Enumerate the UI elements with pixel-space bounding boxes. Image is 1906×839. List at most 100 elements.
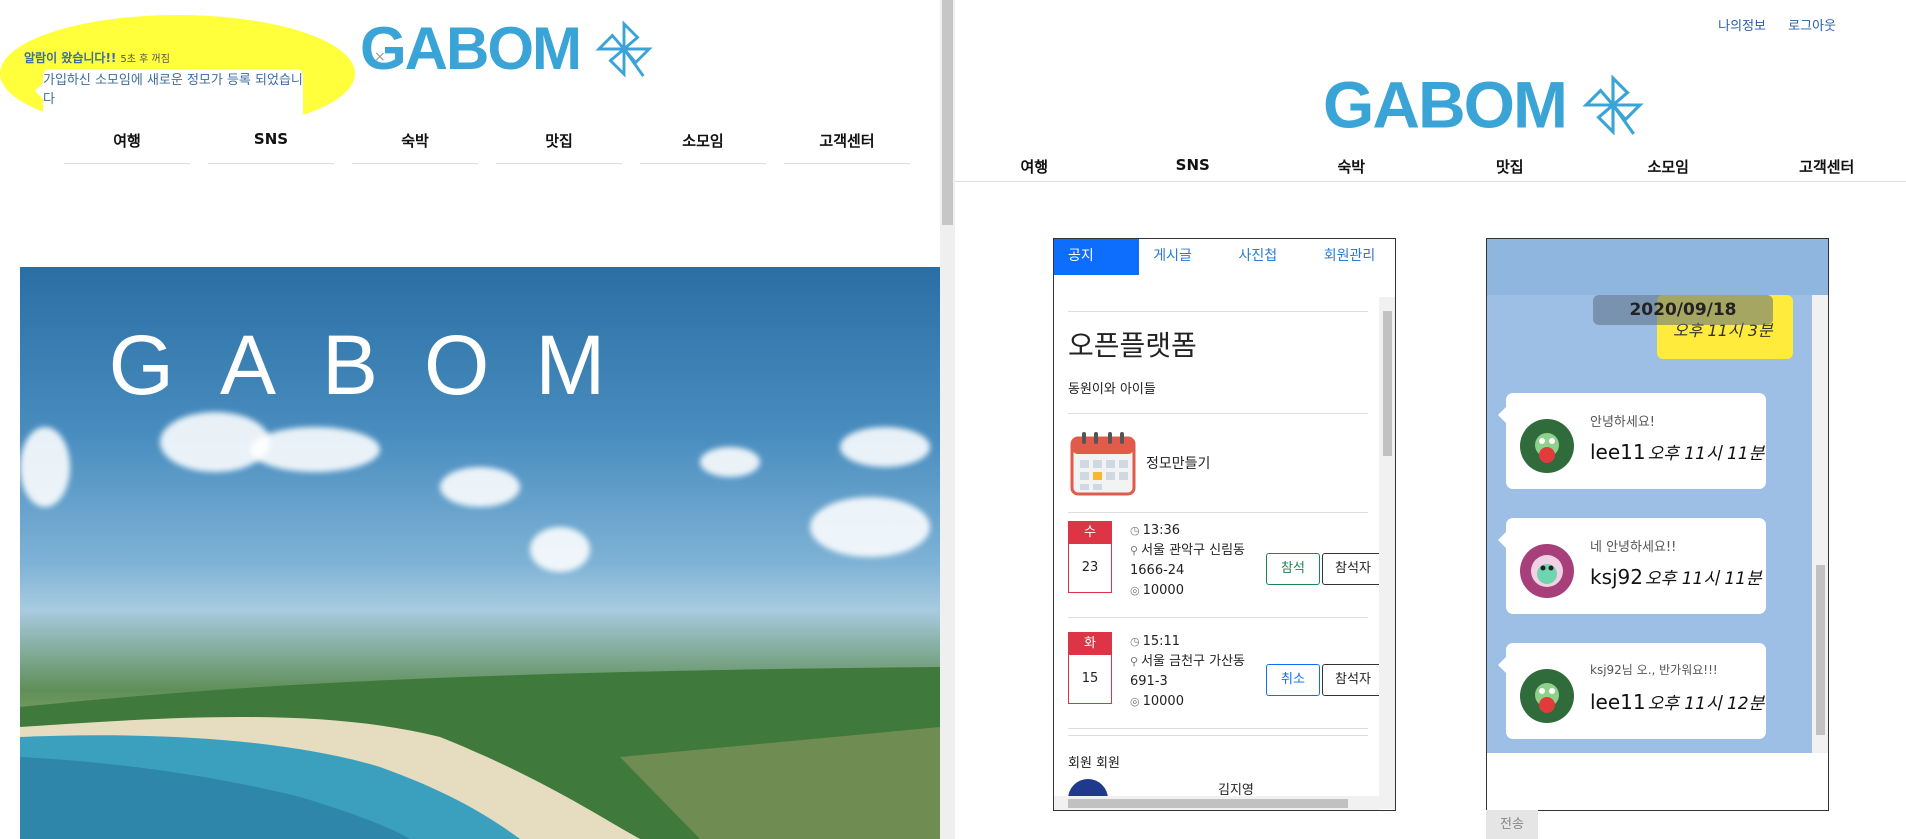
my-info-link[interactable]: 나의정보: [1718, 19, 1766, 34]
nav-item-travel[interactable]: 여행: [955, 156, 1114, 177]
clock-icon: ◷: [1130, 524, 1140, 537]
nav-item-groups[interactable]: 소모임: [640, 130, 766, 164]
nav-item-food[interactable]: 맛집: [1431, 156, 1590, 177]
tab-members[interactable]: 회원관리: [1310, 239, 1395, 275]
chat-time: 오후 11시 11분: [1647, 444, 1765, 464]
notification-toast: 알람이 왔습니다!! 5초 후 꺼짐 가입하신 소모임에 새로운 정모가 등록 되…: [24, 49, 303, 165]
cloud: [250, 427, 380, 472]
meeting-fee: 10000: [1142, 583, 1184, 598]
main-nav: 여행 SNS 숙박 맛집 소모임 고객센터: [64, 130, 928, 164]
club-scrollbar-horizontal[interactable]: [1054, 796, 1379, 810]
left-browser-pane: GABOM 알람이 왔습니다!! 5초 후 꺼짐 가입하신 소모임에 새로운 정모…: [0, 0, 940, 839]
chat-scrollbar[interactable]: [1812, 295, 1828, 753]
chat-date-divider: 2020/09/18: [1593, 295, 1773, 325]
create-meeting-label: 정모만들기: [1146, 456, 1211, 472]
meeting-info: ◷ 15:11 ⚲ 서울 금천구 가산동 691-3 ◎ 10000: [1130, 632, 1250, 712]
club-tabs: 공지 게시글 사진첩 회원관리: [1054, 239, 1395, 275]
meeting-weekday: 화: [1069, 633, 1111, 655]
chat-message: 안녕하세요! lee11 오후 11시 11분: [1498, 393, 1766, 489]
notification-title: 알람이 왔습니다!!: [24, 51, 117, 65]
scrollbar-thumb[interactable]: [1068, 799, 1348, 808]
cloud: [530, 527, 590, 572]
notification-close-icon[interactable]: ×: [374, 49, 386, 65]
club-body: 오픈플랫폼 동원이와 아이들 정모만들기 수 23 ◷ 13:36 ⚲ 서울 관…: [1068, 311, 1384, 810]
logo-text: GABOM: [1323, 67, 1568, 142]
logout-link[interactable]: 로그아웃: [1788, 19, 1836, 34]
location-pin-icon: ⚲: [1130, 655, 1139, 668]
pinwheel-icon: [595, 20, 653, 78]
meeting-item: 화 15 ◷ 15:11 ⚲ 서울 금천구 가산동 691-3 ◎ 10000 취소 …: [1068, 624, 1384, 729]
meeting-day: 23: [1081, 560, 1099, 575]
site-logo[interactable]: GABOM: [1323, 64, 1644, 140]
scrollbar-thumb[interactable]: [1383, 311, 1392, 456]
meeting-time: 13:36: [1142, 523, 1181, 538]
club-title: 오픈플랫폼: [1068, 329, 1197, 362]
hero-title: GABOM: [108, 318, 652, 412]
meeting-fee: 10000: [1142, 694, 1184, 709]
club-panel: 공지 게시글 사진첩 회원관리 오픈플랫폼 동원이와 아이들 정모만들기 수 2…: [1053, 238, 1396, 811]
chat-panel: 오후 11시 3분 2020/09/18 안녕하세요! lee11 오후 11시 …: [1486, 238, 1829, 811]
nav-item-support[interactable]: 고객센터: [1748, 156, 1906, 177]
tab-photos[interactable]: 사진첩: [1225, 239, 1310, 275]
tab-posts[interactable]: 게시글: [1139, 239, 1224, 275]
chat-user: lee11: [1590, 440, 1646, 464]
hero-banner: GABOM: [20, 267, 940, 839]
chat-message: 네 안녕하세요!! ksj92 오후 11시 11분: [1498, 518, 1766, 614]
attendees-button[interactable]: 참석자: [1322, 664, 1384, 696]
chat-text: 안녕하세요!: [1590, 415, 1656, 430]
cancel-button[interactable]: 취소: [1266, 664, 1320, 696]
pinwheel-icon: [1582, 73, 1644, 136]
cloud: [840, 427, 930, 467]
nav-item-sns[interactable]: SNS: [208, 130, 334, 164]
meeting-place: 서울 관악구 신림동 1666-24: [1130, 543, 1246, 578]
nav-item-food[interactable]: 맛집: [496, 130, 622, 164]
avatar: [1520, 669, 1574, 723]
cloud: [440, 467, 520, 507]
send-button[interactable]: 전송: [1486, 810, 1538, 839]
divider: [1068, 311, 1368, 312]
right-browser-pane: 나의정보 로그아웃 GABOM 여행 SNS 숙박 맛집 소모임 고객센터 공지…: [955, 0, 1906, 839]
meeting-weekday: 수: [1069, 522, 1111, 544]
attendees-button[interactable]: 참석자: [1322, 553, 1384, 585]
avatar: [1520, 419, 1574, 473]
members-title: 회원 회원: [1068, 756, 1120, 771]
meeting-item: 수 23 ◷ 13:36 ⚲ 서울 관악구 신림동 1666-24 ◎ 10000 참…: [1068, 513, 1384, 618]
avatar: [1520, 544, 1574, 598]
cloud: [20, 427, 70, 507]
beach-scene: [20, 667, 940, 839]
join-button[interactable]: 참석: [1266, 553, 1320, 585]
nav-item-sns[interactable]: SNS: [1114, 156, 1273, 177]
location-pin-icon: ⚲: [1130, 544, 1139, 557]
meeting-time: 15:11: [1142, 634, 1181, 649]
create-meeting-button[interactable]: 정모만들기: [1068, 414, 1368, 513]
nav-item-lodging[interactable]: 숙박: [352, 130, 478, 164]
coin-icon: ◎: [1130, 695, 1140, 708]
nav-item-lodging[interactable]: 숙박: [1272, 156, 1431, 177]
club-scrollbar-vertical[interactable]: [1379, 297, 1395, 809]
top-links: 나의정보 로그아웃: [1700, 15, 1836, 34]
scrollbar-thumb[interactable]: [942, 0, 953, 225]
tab-notice[interactable]: 공지: [1054, 239, 1140, 275]
chat-message: ksj92님 오., 반가워요!!! lee11 오후 11시 12분: [1498, 643, 1766, 739]
chat-time: 오후 11시 12분: [1647, 694, 1765, 714]
cloud: [700, 447, 760, 477]
site-logo[interactable]: GABOM: [360, 14, 653, 80]
chat-text: 네 안녕하세요!!: [1590, 540, 1677, 555]
meeting-date: 화 15: [1068, 632, 1112, 704]
scrollbar-thumb[interactable]: [1816, 565, 1825, 735]
divider: [1068, 735, 1368, 736]
chat-user: lee11: [1590, 690, 1646, 714]
calendar-icon: [1070, 432, 1136, 496]
chat-time: 오후 11시 11분: [1645, 569, 1762, 589]
club-subtitle: 동원이와 아이들: [1068, 378, 1368, 414]
coin-icon: ◎: [1130, 584, 1140, 597]
window-scrollbar[interactable]: [940, 0, 955, 839]
cloud: [810, 497, 930, 557]
chat-header: [1487, 239, 1828, 295]
meeting-day: 15: [1081, 671, 1099, 686]
meeting-place: 서울 금천구 가산동 691-3: [1130, 654, 1246, 689]
nav-item-support[interactable]: 고객센터: [784, 130, 910, 164]
nav-item-travel[interactable]: 여행: [64, 130, 190, 164]
main-nav: 여행 SNS 숙박 맛집 소모임 고객센터: [955, 156, 1906, 182]
nav-item-groups[interactable]: 소모임: [1589, 156, 1748, 177]
